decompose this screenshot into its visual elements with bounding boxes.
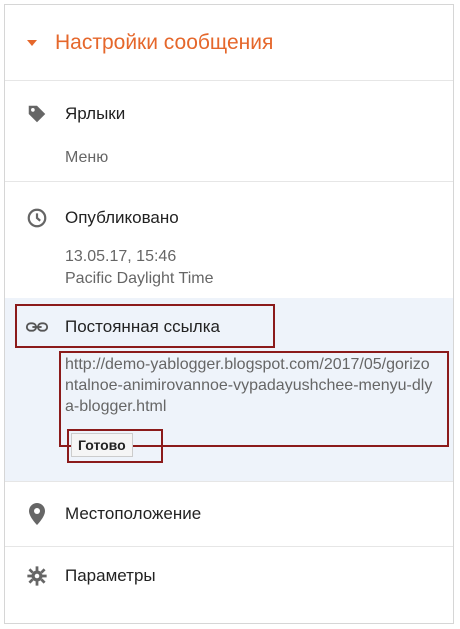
published-item[interactable]: Опубликовано [5, 190, 453, 246]
labels-value[interactable]: Меню [5, 143, 453, 173]
published-title: Опубликовано [65, 208, 179, 227]
gear-icon [25, 564, 49, 588]
post-settings-title: Настройки сообщения [55, 30, 274, 54]
published-date[interactable]: 13.05.17, 15:46 [5, 246, 453, 268]
options-title: Параметры [65, 566, 156, 585]
options-item[interactable]: Параметры [5, 547, 453, 605]
post-settings-header[interactable]: Настройки сообщения [5, 5, 453, 81]
permalink-item[interactable]: Постоянная ссылка [5, 298, 453, 350]
permalink-section: Постоянная ссылка http://demo-yablogger.… [5, 298, 453, 481]
post-settings-panel: Настройки сообщения Ярлыки Меню Опублико… [4, 4, 454, 624]
caret-down-icon [27, 39, 37, 46]
location-title: Местоположение [65, 504, 202, 523]
done-button-highlight [67, 429, 163, 463]
labels-title: Ярлыки [65, 104, 126, 123]
divider [5, 181, 453, 182]
location-pin-icon [25, 502, 49, 526]
labels-item[interactable]: Ярлыки [5, 85, 453, 143]
clock-icon [25, 206, 49, 230]
location-item[interactable]: Местоположение [5, 482, 453, 546]
published-timezone: Pacific Daylight Time [65, 270, 214, 287]
label-icon [25, 102, 49, 126]
permalink-title-highlight [15, 304, 275, 348]
